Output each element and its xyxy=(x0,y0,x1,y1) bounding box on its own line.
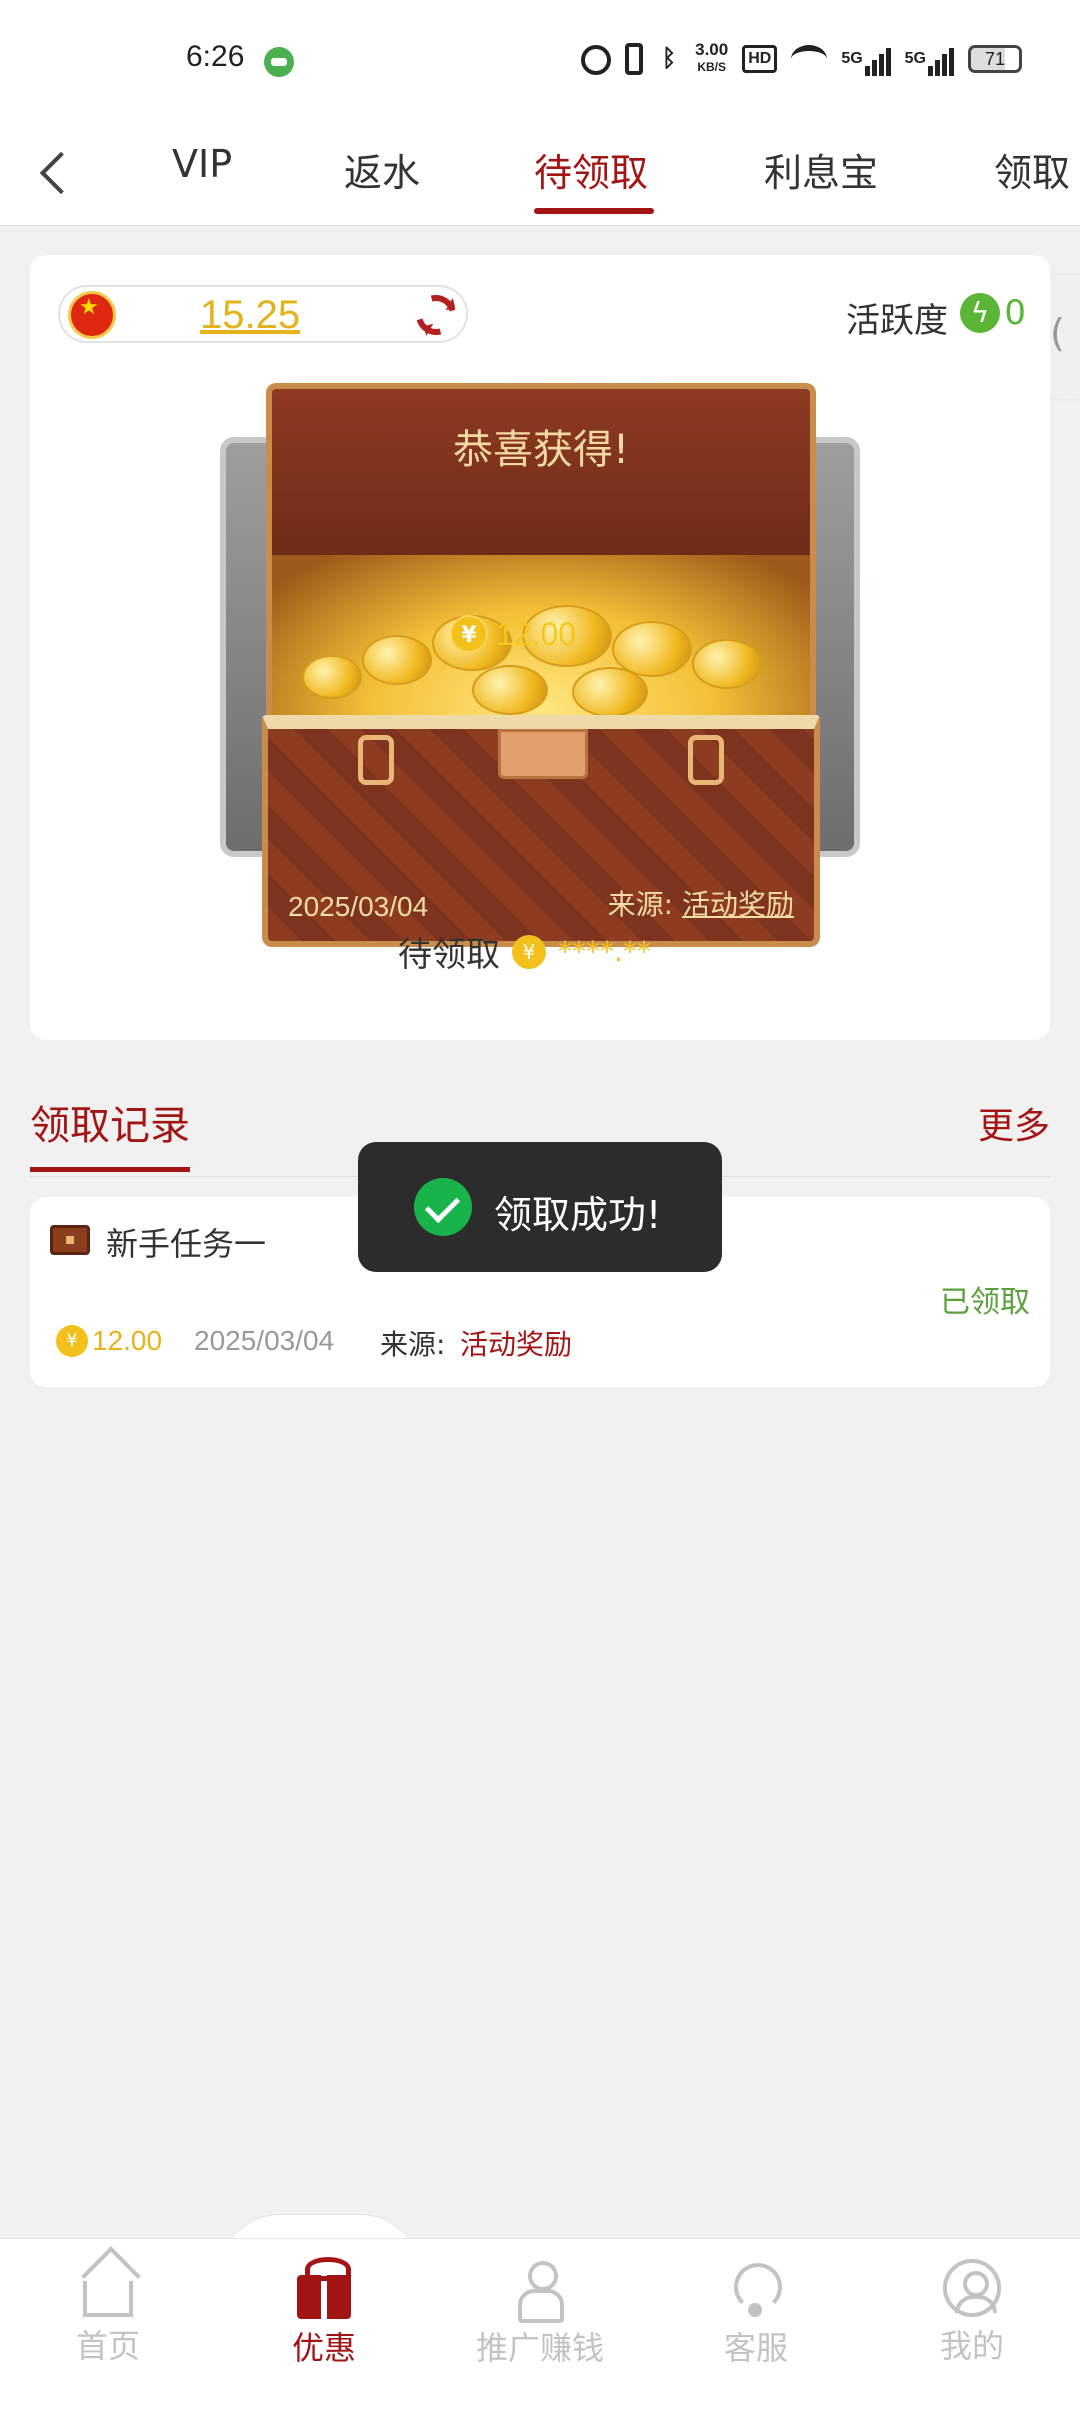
chest-amount: ¥ 12.00 xyxy=(450,615,576,653)
chest-date: 2025/03/04 xyxy=(288,891,429,922)
pending-row: 待领取 ¥ ****.** xyxy=(398,927,651,976)
yen-coin-icon: ¥ xyxy=(450,615,488,653)
nav-promotions-label: 优惠 xyxy=(291,2329,356,2367)
chest-source: 来源: 活动奖励 xyxy=(608,883,794,923)
yen-coin-icon: ¥ xyxy=(56,1325,88,1357)
activity-label: 活跃度 xyxy=(846,301,948,341)
chest-lock xyxy=(498,729,588,779)
refresh-icon[interactable] xyxy=(408,287,464,343)
chest-lid: 恭喜获得! xyxy=(266,383,816,583)
bolt-icon: ϟ xyxy=(960,293,1000,333)
active-tab-indicator xyxy=(534,208,654,214)
signal-icon-1: 5G xyxy=(841,42,891,76)
record-date: 2025/03/04 xyxy=(194,1325,335,1356)
nav-support[interactable]: 客服 xyxy=(666,2259,846,2369)
tab-interest[interactable]: 利息宝 xyxy=(764,142,878,197)
pending-yen-icon: ¥ xyxy=(512,934,546,969)
chest-source-value[interactable]: 活动奖励 xyxy=(682,888,794,921)
nav-home-label: 首页 xyxy=(75,2327,140,2365)
activity-value: 0 xyxy=(1004,293,1026,333)
tab-vip[interactable]: VIP xyxy=(172,142,232,186)
records-title-underline xyxy=(30,1167,190,1172)
nav-promotions[interactable]: 优惠 xyxy=(234,2257,414,2369)
back-icon[interactable] xyxy=(30,140,80,200)
chest-latch-left xyxy=(358,735,394,785)
chest-amount-value: 12.00 xyxy=(496,615,577,652)
more-link[interactable]: 更多 xyxy=(978,1097,1050,1149)
chest-source-label: 来源: xyxy=(607,888,674,921)
status-icons: ᛒ 3.00 KB/S HD 5G 5G 71 xyxy=(581,40,1022,76)
network-speed: 3.00 KB/S xyxy=(695,40,729,76)
network-speed-value: 3.00 xyxy=(695,40,729,59)
alarm-icon xyxy=(581,45,612,75)
home-icon xyxy=(83,2281,133,2317)
tab-claim[interactable]: 领取 xyxy=(994,142,1070,197)
network-speed-unit: KB/S xyxy=(697,60,726,74)
chest-title: 恭喜获得! xyxy=(452,427,630,473)
headset-icon xyxy=(728,2259,784,2319)
nav-profile-label: 我的 xyxy=(939,2327,1004,2365)
balance-pill: 15.25 xyxy=(58,285,468,343)
record-amount: 12.00 xyxy=(92,1325,163,1356)
vibrate-icon xyxy=(625,43,644,75)
treasure-card: 15.25 活跃度 ϟ 0 恭喜获得! ¥ 12.00 2025/03/04 来… xyxy=(30,255,1050,1040)
record-status: 已领取 xyxy=(940,1285,1030,1320)
app-notification-icon xyxy=(264,47,294,77)
signal-icon-2: 5G xyxy=(905,42,954,76)
pending-value: ****.** xyxy=(558,935,651,968)
balance-value: 15.25 xyxy=(200,293,301,337)
signal-1-label: 5G xyxy=(841,50,863,67)
nav-profile[interactable]: 我的 xyxy=(882,2259,1062,2367)
china-flag-icon xyxy=(68,291,116,339)
nav-referral[interactable]: 推广赚钱 xyxy=(450,2259,630,2369)
records-title[interactable]: 领取记录 xyxy=(30,1093,190,1151)
people-icon xyxy=(512,2259,568,2323)
record-name: 新手任务一 xyxy=(106,1225,267,1263)
toast-text: 领取成功! xyxy=(494,1193,662,1237)
bottom-nav: 首页 优惠 推广赚钱 客服 我的 xyxy=(0,2238,1080,2412)
status-bar: 6:26 ᛒ 3.00 KB/S HD 5G 5G 71 xyxy=(0,0,1080,120)
treasure-box-icon xyxy=(50,1225,90,1255)
nav-home[interactable]: 首页 xyxy=(18,2259,198,2367)
wifi-icon xyxy=(791,45,828,73)
top-nav: VIP 返水 待领取 利息宝 领取 xyxy=(0,120,1080,226)
tab-pending[interactable]: 待领取 xyxy=(534,142,648,197)
record-source-value: 活动奖励 xyxy=(460,1328,573,1361)
nav-referral-label: 推广赚钱 xyxy=(475,2329,604,2367)
chest-latch-right xyxy=(688,735,724,785)
nav-support-label: 客服 xyxy=(723,2329,788,2367)
pending-label: 待领取 xyxy=(398,935,500,975)
gift-icon xyxy=(297,2257,351,2319)
battery-icon: 71 xyxy=(968,45,1022,73)
bluetooth-icon: ᛒ xyxy=(661,45,677,72)
record-source-label: 来源: xyxy=(380,1328,446,1361)
success-toast: 领取成功! xyxy=(358,1142,722,1272)
check-icon xyxy=(414,1178,472,1236)
chest-body: 2025/03/04 来源: 活动奖励 xyxy=(262,715,820,947)
signal-2-label: 5G xyxy=(904,50,926,67)
user-icon xyxy=(943,2259,1001,2317)
hd-badge: HD xyxy=(742,45,778,73)
status-time: 6:26 xyxy=(186,40,245,73)
tab-rebate[interactable]: 返水 xyxy=(344,142,420,197)
